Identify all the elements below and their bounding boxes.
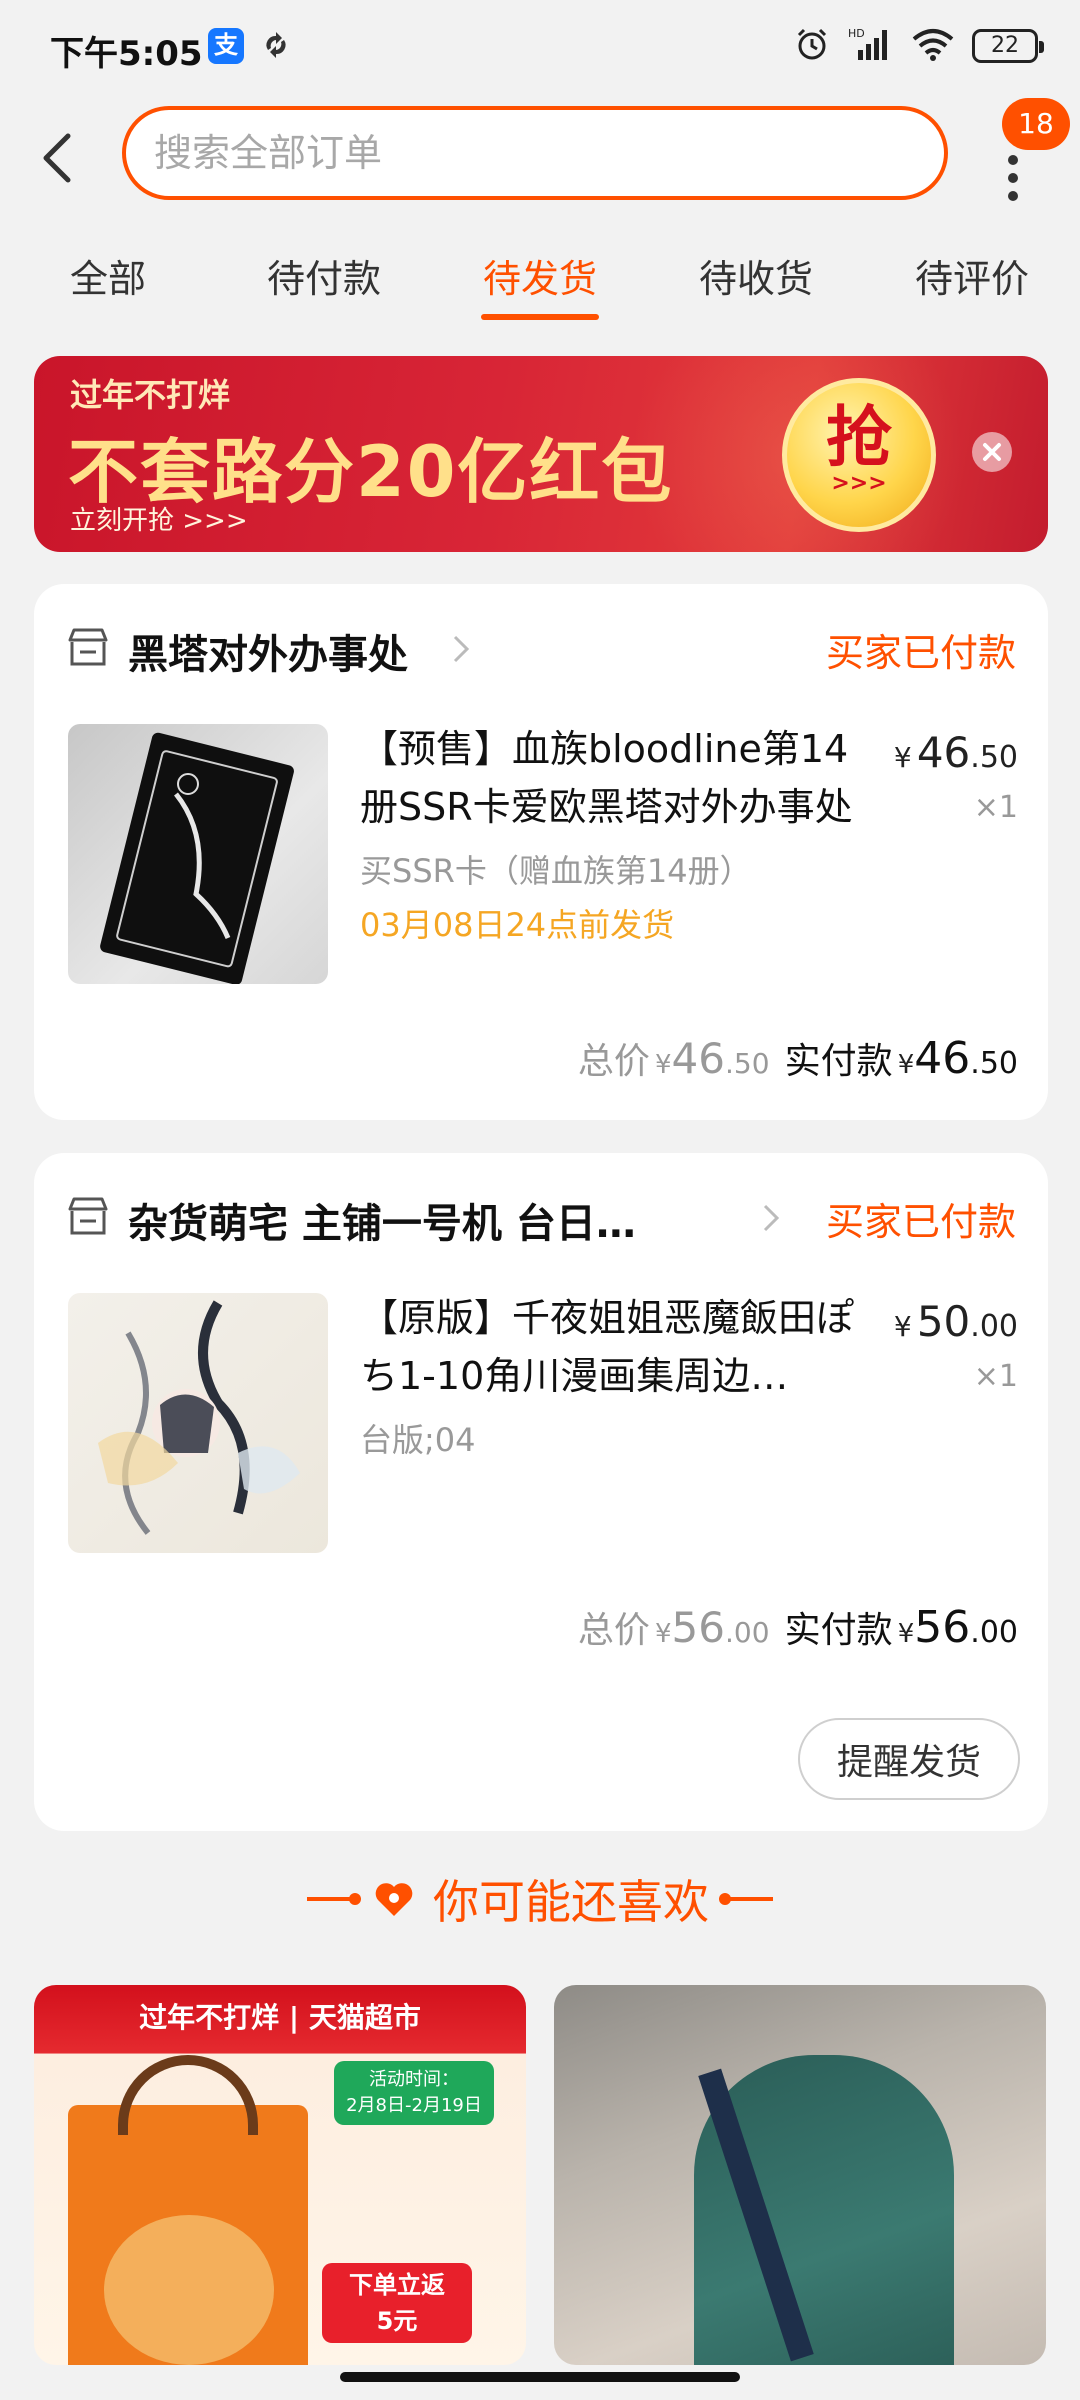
paid-amount: 46 xyxy=(914,1033,971,1084)
shop-row[interactable]: 杂货萌宅 主铺一号机 台日… 买家已付款 xyxy=(66,1187,1016,1247)
product-image[interactable] xyxy=(68,724,328,984)
total-amount: 56 xyxy=(671,1603,725,1652)
bag-handle xyxy=(118,2055,258,2135)
shop-row[interactable]: 黑塔对外办事处 买家已付款 xyxy=(66,618,1016,678)
tab-pending-payment[interactable]: 待付款 xyxy=(216,222,432,324)
chevron-right-icon xyxy=(450,632,472,666)
grab-button-label: 抢 xyxy=(826,399,892,476)
divider-right xyxy=(719,1893,773,1905)
wifi-icon xyxy=(912,27,954,65)
promo-banner[interactable]: 过年不打烊 不套路分20亿红包 立刻开抢 >>> 抢 >>> xyxy=(34,356,1048,552)
search-input[interactable] xyxy=(154,131,944,175)
alarm-icon xyxy=(794,26,830,66)
promo-tag: 下单立返 5元 xyxy=(322,2263,472,2343)
alipay-icon: 支 xyxy=(208,28,244,64)
shop-name[interactable]: 黑塔对外办事处 xyxy=(128,622,408,680)
tab-all[interactable]: 全部 xyxy=(0,222,216,324)
divider-left xyxy=(307,1893,361,1905)
order-card[interactable]: 黑塔对外办事处 买家已付款 【预售】血族bloodline第14册SSR卡爱欧黑… xyxy=(34,584,1048,1120)
promo-time: 活动时间： 2月8日-2月19日 xyxy=(334,2061,494,2125)
recommend-header: 你可能还喜欢 xyxy=(0,1866,1080,1940)
ship-deadline: 03月08日24点前发货 xyxy=(360,906,675,944)
order-card[interactable]: 杂货萌宅 主铺一号机 台日… 买家已付款 【原版】千夜姐姐恶魔飯田ぽち1-10角… xyxy=(34,1153,1048,1831)
quantity: ×1 xyxy=(973,1359,1018,1394)
promo-card-header: 过年不打烊 | 天猫超市 xyxy=(139,2001,421,2034)
quantity: ×1 xyxy=(973,790,1018,825)
banner-small-text: 过年不打烊 xyxy=(70,376,231,414)
signal-icon: HD xyxy=(848,26,894,66)
network-label: HD xyxy=(848,27,865,40)
paid-amount: 56 xyxy=(914,1602,971,1653)
paid-label: 实付款 xyxy=(784,1610,893,1651)
message-badge[interactable]: 18 xyxy=(1002,98,1070,150)
more-icon[interactable] xyxy=(998,140,1028,220)
unit-price: ¥ 50.00 xyxy=(893,1297,1018,1346)
shop-icon xyxy=(66,1195,110,1237)
status-icons: HD 22 xyxy=(794,26,1044,66)
grab-button[interactable]: 抢 >>> xyxy=(782,378,936,532)
recommend-title: 你可能还喜欢 xyxy=(433,1875,709,1929)
heart-icon xyxy=(371,1876,417,1922)
order-tabs: 全部 待付款 待发货 待收货 待评价 xyxy=(0,222,1080,324)
order-status: 买家已付款 xyxy=(825,631,1016,675)
order-status: 买家已付款 xyxy=(825,1200,1016,1244)
close-icon[interactable] xyxy=(972,432,1012,472)
total-amount: 46 xyxy=(671,1034,725,1083)
total-label: 总价 xyxy=(577,1610,650,1651)
product-spec: 买SSR卡（赠血族第14册） xyxy=(360,852,752,890)
remind-shipment-button[interactable]: 提醒发货 xyxy=(798,1718,1020,1800)
chevron-right-icon xyxy=(760,1201,782,1235)
back-icon[interactable] xyxy=(34,128,82,188)
grab-button-arrows: >>> xyxy=(831,471,887,496)
product-title[interactable]: 【原版】千夜姐姐恶魔飯田ぽち1-10角川漫画集周边… xyxy=(360,1289,860,1405)
total-label: 总价 xyxy=(577,1041,650,1082)
tab-pending-review[interactable]: 待评价 xyxy=(864,222,1080,324)
product-spec: 台版;04 xyxy=(360,1421,476,1459)
bag-logo xyxy=(104,2215,274,2365)
status-bar: 下午5:05 支 HD 22 xyxy=(0,0,1080,92)
shop-name[interactable]: 杂货萌宅 主铺一号机 台日… xyxy=(128,1191,636,1249)
unit-price: ¥ 46.50 xyxy=(893,728,1018,777)
home-indicator[interactable] xyxy=(340,2372,740,2382)
order-totals: 总价 ¥56.00 实付款 ¥56.00 xyxy=(577,1602,1018,1653)
recommend-card[interactable]: 过年不打烊 | 天猫超市 活动时间： 2月8日-2月19日 下单立返 5元 xyxy=(34,1985,526,2365)
sync-icon xyxy=(262,28,290,62)
banner-cta[interactable]: 立刻开抢 >>> xyxy=(70,500,248,537)
recommend-card[interactable] xyxy=(554,1985,1046,2365)
shop-icon xyxy=(66,626,110,668)
tab-pending-shipment[interactable]: 待发货 xyxy=(432,222,648,324)
search-box[interactable] xyxy=(122,106,948,200)
paid-label: 实付款 xyxy=(784,1041,893,1082)
product-image[interactable] xyxy=(68,1293,328,1553)
product-image xyxy=(694,2055,954,2365)
order-totals: 总价 ¥46.50 实付款 ¥46.50 xyxy=(577,1033,1018,1084)
tab-pending-receipt[interactable]: 待收货 xyxy=(648,222,864,324)
status-time: 下午5:05 xyxy=(50,34,203,74)
header: 18 xyxy=(0,92,1080,222)
product-title[interactable]: 【预售】血族bloodline第14册SSR卡爱欧黑塔对外办事处 xyxy=(360,720,880,836)
battery-icon: 22 xyxy=(972,29,1044,63)
